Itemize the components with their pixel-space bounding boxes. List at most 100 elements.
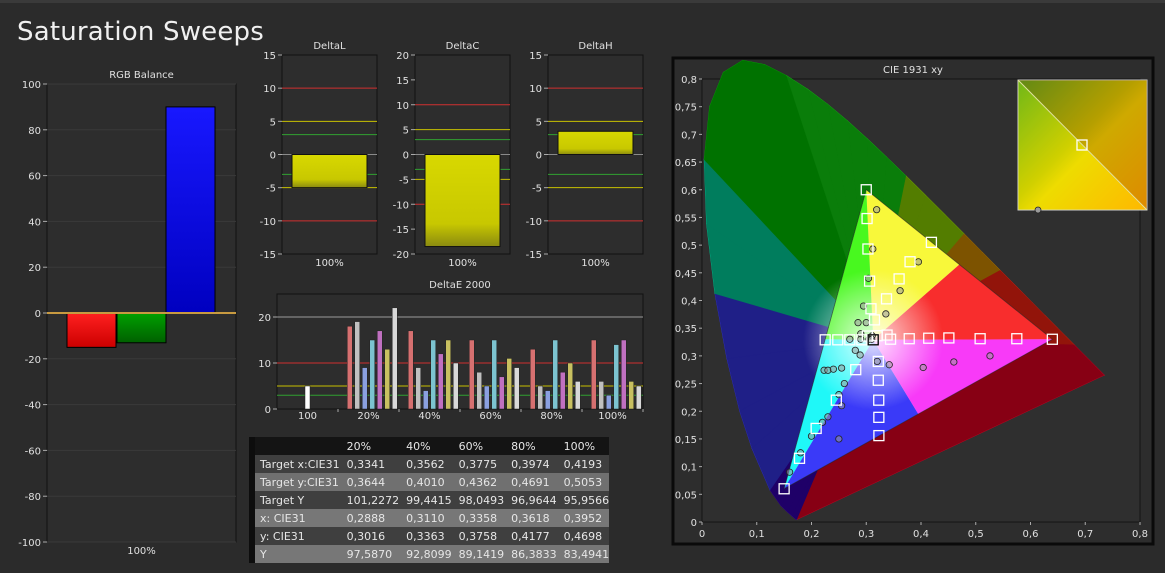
de-bar (347, 325, 353, 410)
rgb-ytick-label: -60 (25, 446, 41, 457)
cie-xtick-label: 0,8 (1132, 529, 1148, 540)
cie-xtick-label: 0,1 (749, 529, 765, 540)
dc-xlabel: 100% (448, 258, 477, 269)
de-bar (384, 348, 390, 410)
table-row-label: Target Y (255, 491, 340, 509)
cie-ytick-label: 0,4 (681, 297, 697, 308)
dc-ytick-label: -5 (399, 175, 409, 186)
de-bar (304, 385, 311, 410)
table-row: y: CIE31 0,3016 0,3363 0,3758 0,4177 0,4698 (249, 527, 610, 545)
table-cell: 92,8099 (399, 545, 452, 563)
rgb-ytick-label: 60 (28, 172, 41, 183)
cie-measured-point (838, 364, 846, 372)
dl-ytick-label: 15 (263, 51, 276, 62)
cie-xtick-label: 0,3 (858, 529, 874, 540)
de-bar (423, 390, 429, 410)
de-xtick-label: 40% (418, 411, 440, 422)
cie-ytick-label: 0,2 (681, 407, 697, 418)
table-header-cell: 40% (399, 437, 452, 455)
dh-title: DeltaH (578, 41, 612, 52)
cie-measured-point (862, 319, 870, 327)
table-row: Target y:CIE31 0,3644 0,4010 0,4362 0,4691 0,… (249, 473, 610, 491)
table-cell: 0,4362 (451, 473, 505, 491)
cie-measured-point (824, 413, 832, 421)
dh-ytick-label: -5 (532, 184, 542, 195)
cie-ytick-label: 0,25 (675, 380, 697, 391)
rgb-bar-g (116, 312, 167, 344)
cie-ytick-label: 0,6 (681, 186, 697, 197)
dc-ytick-label: 20 (396, 51, 409, 62)
cie-measured-point (835, 435, 843, 443)
table-row: x: CIE31 0,2888 0,3110 0,3358 0,3618 0,3952 (249, 509, 610, 527)
dl-ytick-label: 0 (270, 151, 276, 162)
cie-xtick-label: 0,6 (1023, 529, 1039, 540)
dl-bar (291, 154, 368, 189)
de-bar (621, 339, 627, 410)
table-cell: 0,5053 (556, 473, 610, 491)
de-bar (613, 344, 619, 410)
dh-ytick-label: -15 (526, 250, 542, 261)
de-bar (491, 339, 497, 410)
de-xtick-label: 20% (357, 411, 379, 422)
de-ytick-label: 20 (258, 313, 271, 324)
dl-ytick-label: -5 (266, 184, 276, 195)
cie-xtick-label: 0,5 (968, 529, 984, 540)
de-bar (636, 385, 642, 410)
rgb-ytick-label: 20 (28, 263, 41, 274)
de-bar (606, 394, 612, 410)
table-cell: 0,4193 (556, 455, 610, 473)
cie-ytick-label: 0,8 (681, 75, 697, 86)
cie-xtick-label: 0,7 (1077, 529, 1093, 540)
cie-measured-point (840, 379, 848, 388)
cie-xtick-label: 0,2 (804, 529, 820, 540)
de-bar (628, 381, 634, 410)
table-cell: 83,4941 (556, 545, 610, 563)
de-xtick-label: 100% (598, 411, 627, 422)
cie-ytick-label: 0,15 (675, 435, 697, 446)
de-bar (506, 358, 512, 410)
dc-ytick-label: 15 (396, 76, 409, 87)
table-header-cell: 80% (504, 437, 557, 455)
table-row-label: Y (255, 545, 340, 563)
table-cell: 0,3775 (451, 455, 505, 473)
cie-zoom-measured (1034, 206, 1042, 214)
table-header-cell: 20% (339, 437, 400, 455)
rgb-ytick-label: -20 (25, 355, 41, 366)
dh-bar (557, 130, 634, 156)
de-bar (537, 385, 543, 410)
de-ytick-label: 10 (258, 359, 271, 370)
de-plot-area (276, 293, 644, 410)
de-bar (514, 367, 520, 410)
rgb-ytick-label: -40 (25, 401, 41, 412)
table-row-label: y: CIE31 (255, 527, 340, 545)
cie-measured-point (785, 468, 794, 476)
table-cell: 0,3974 (504, 455, 557, 473)
rgb-ytick-label: 40 (28, 217, 41, 228)
dh-ytick-label: 10 (529, 84, 542, 95)
de-bar (438, 353, 444, 410)
dc-ytick-label: -10 (393, 200, 409, 211)
dl-ytick-label: 10 (263, 84, 276, 95)
de-xtick-label: 60% (479, 411, 501, 422)
table-row: Target x:CIE31 0,3341 0,3562 0,3775 0,3974 0,… (249, 455, 610, 473)
cie-xtick-label: 0 (699, 529, 705, 540)
de-bar (469, 339, 475, 410)
table-row-label: Target x:CIE31 (255, 455, 340, 473)
table-cell: 0,4010 (399, 473, 452, 491)
table-cell: 0,4691 (504, 473, 557, 491)
table-row-label: x: CIE31 (255, 509, 340, 527)
cie-measured-point (986, 352, 994, 360)
cie-ytick-label: 0,05 (675, 490, 697, 501)
cie-measured-point (854, 319, 862, 327)
de-bar (408, 330, 414, 410)
table-cell: 0,3952 (556, 509, 610, 527)
de-bar (369, 339, 375, 410)
cie-ytick-label: 0,55 (675, 213, 697, 224)
dh-ytick-label: 5 (536, 117, 542, 128)
cie-ytick-label: 0,45 (675, 269, 697, 280)
dh-xlabel: 100% (581, 258, 610, 269)
de-bar (552, 339, 558, 410)
cie-measured-point (919, 363, 927, 372)
rgb-ytick-label: 100 (22, 80, 41, 91)
dl-ytick-label: 5 (270, 117, 276, 128)
